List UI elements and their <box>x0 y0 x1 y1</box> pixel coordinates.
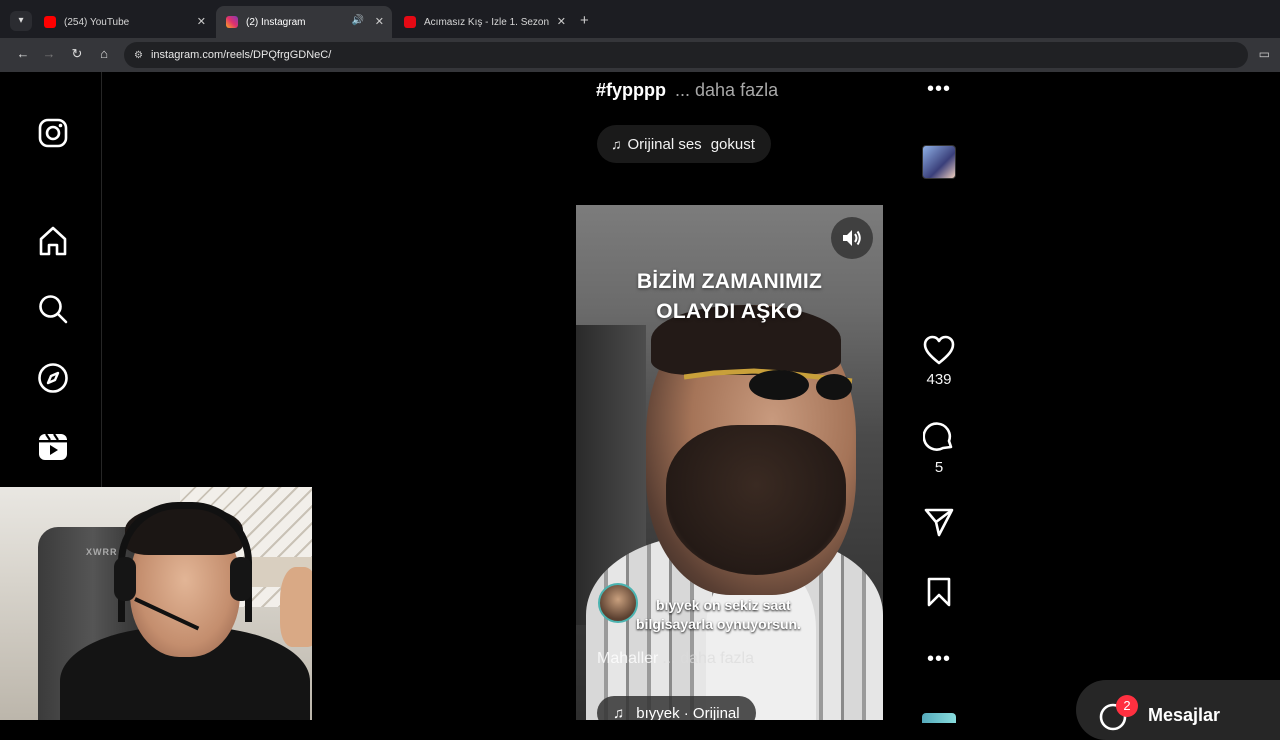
tab-title: (254) YouTube <box>64 16 130 28</box>
site-favicon-icon <box>404 16 416 28</box>
reel-description: Mahaller... daha fazla <box>597 650 754 668</box>
audio-pill[interactable]: ♫ Orijinal ses gokust <box>597 125 771 163</box>
close-tab-icon[interactable]: ✕ <box>197 15 206 28</box>
streamer-hand <box>280 567 312 647</box>
tab-instagram[interactable]: (2) Instagram 🔊 ✕ <box>216 6 392 38</box>
description-text: Mahaller <box>597 650 659 667</box>
close-tab-icon[interactable]: ✕ <box>557 15 566 28</box>
tab-audio-icon[interactable]: 🔊 <box>352 15 364 26</box>
headset-earcup-right <box>230 557 252 601</box>
sound-toggle-button[interactable] <box>831 217 873 259</box>
like-count[interactable]: 439 <box>926 371 951 388</box>
home-icon[interactable] <box>36 224 70 258</box>
address-bar[interactable]: ⚙ instagram.com/reels/DPQfrgGDNeC/ <box>124 42 1248 68</box>
explore-icon[interactable] <box>36 361 70 395</box>
instagram-favicon-icon <box>226 16 238 28</box>
streamer-webcam: XWRR <box>0 487 312 720</box>
tab-title: Acımasız Kış - İzle 1. Sezon 2. Bö <box>424 16 552 28</box>
like-action: 439 <box>916 335 962 388</box>
share-icon[interactable] <box>924 507 954 537</box>
audio-avatar[interactable] <box>922 713 956 723</box>
tab-search-button[interactable]: ▾ <box>10 11 32 31</box>
heart-icon[interactable] <box>923 335 955 365</box>
browser-tabbar: ▾ (254) YouTube ✕ (2) Instagram 🔊 ✕ Acım… <box>0 0 1280 38</box>
sunglasses <box>684 368 853 400</box>
reel-overlay-text: BİZİM ZAMANIMIZ OLAYDI AŞKO <box>576 267 883 327</box>
share-action <box>916 507 962 537</box>
person-beard <box>666 425 846 575</box>
unread-badge: 2 <box>1116 695 1138 717</box>
messages-button[interactable]: 2 Mesajlar <box>1076 680 1280 740</box>
audio-label: Orijinal ses <box>627 135 702 153</box>
save-action <box>916 577 962 607</box>
tab-title: (2) Instagram <box>246 16 306 28</box>
subtitle-line-1: on sekiz saat <box>703 597 791 613</box>
comment-count[interactable]: 5 <box>935 459 943 476</box>
more-options-icon[interactable]: ••• <box>924 78 954 101</box>
overlay-line-1: BİZİM ZAMANIMIZ <box>636 270 823 293</box>
site-info-icon[interactable]: ⚙ <box>134 50 143 61</box>
forward-arrow-icon[interactable]: → <box>40 46 58 61</box>
audio-owner: gokust <box>710 135 755 153</box>
more-options-icon[interactable]: ••• <box>924 648 954 671</box>
overlay-line-2: OLAYDI AŞKO <box>656 300 803 323</box>
more-link[interactable]: ... daha fazla <box>675 80 778 100</box>
reload-icon[interactable]: ↻ <box>68 46 86 62</box>
reels-icon[interactable] <box>36 430 70 464</box>
youtube-favicon-icon <box>44 16 56 28</box>
headset-earcup-left <box>114 557 136 601</box>
reel-audio-pill[interactable]: ♫ bıyyek · Orijinal <box>597 696 756 720</box>
search-icon[interactable] <box>36 292 70 326</box>
audio-avatar[interactable] <box>922 145 956 179</box>
cast-icon[interactable]: ▭ <box>1259 47 1270 61</box>
new-tab-button[interactable]: + <box>580 12 589 29</box>
comment-icon[interactable] <box>923 421 955 453</box>
music-note-icon: ♫ <box>611 136 622 152</box>
url-text: instagram.com/reels/DPQfrgGDNeC/ <box>150 49 332 61</box>
tab-youtube[interactable]: (254) YouTube ✕ <box>34 6 214 38</box>
tab-acimasiz-kis[interactable]: Acımasız Kış - İzle 1. Sezon 2. Bö ✕ <box>394 6 574 38</box>
chair-brand: XWRR <box>86 547 118 557</box>
instagram-logo-icon[interactable] <box>36 116 70 150</box>
browser-toolbar: ← → ↻ ⌂ ⚙ instagram.com/reels/DPQfrgGDNe… <box>0 38 1280 72</box>
author-avatar[interactable] <box>598 583 638 623</box>
speaker-icon <box>843 230 861 246</box>
comment-action: 5 <box>916 421 962 476</box>
messages-label: Mesajlar <box>1148 705 1221 725</box>
bookmark-icon[interactable] <box>926 577 952 607</box>
more-link[interactable]: ... daha fazla <box>662 650 754 667</box>
home-icon[interactable]: ⌂ <box>95 46 113 61</box>
username-text: bıyyek <box>656 597 700 613</box>
caption-hashtag[interactable]: #fypppp <box>596 80 666 100</box>
subtitle-line-2: bilgisayarla oynuyorsun. <box>636 616 801 632</box>
music-note-icon: ♫ <box>613 704 625 721</box>
reel-video[interactable]: BİZİM ZAMANIMIZ OLAYDI AŞKO bıyyek on se… <box>576 205 883 720</box>
close-tab-icon[interactable]: ✕ <box>375 15 384 28</box>
post-caption: #fypppp ... daha fazla <box>596 80 778 101</box>
reel-username[interactable]: bıyyek on sekiz saat <box>656 597 791 613</box>
back-arrow-icon[interactable]: ← <box>14 46 32 61</box>
reel-audio-label: bıyyek · Orijinal <box>636 704 740 721</box>
